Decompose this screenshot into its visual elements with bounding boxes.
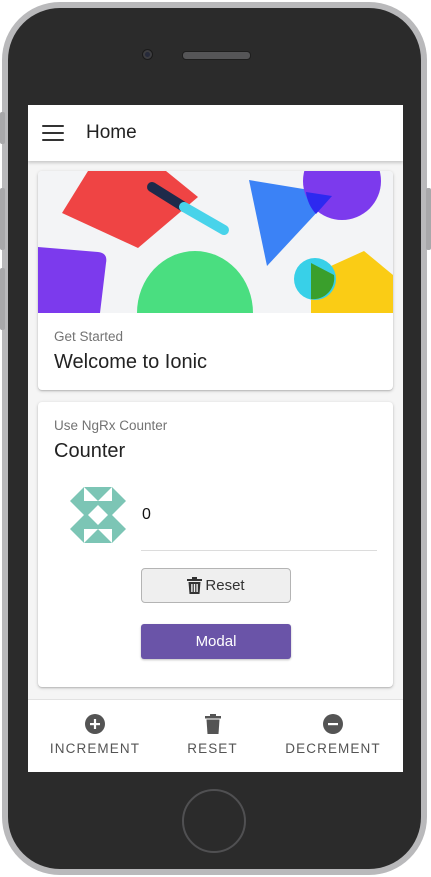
remove-circle-icon [323, 714, 343, 734]
page-title: Home [86, 122, 137, 143]
counter-subtitle: Use NgRx Counter [54, 418, 168, 433]
volume-down-button [0, 268, 5, 330]
welcome-card: Get Started Welcome to Ionic [38, 171, 393, 390]
app-screen: Home Get Started Welcome to Ionic Use Ng… [28, 105, 403, 772]
add-circle-icon [85, 714, 105, 734]
hero-green-semicircle [137, 251, 253, 313]
power-button [426, 188, 431, 250]
hero-purple-square [38, 247, 107, 313]
modal-button[interactable]: Modal [141, 624, 291, 659]
home-button[interactable] [182, 789, 246, 853]
tab-reset[interactable]: RESET [162, 700, 263, 772]
counter-card: Use NgRx Counter Counter 0 Reset Modal [38, 402, 393, 687]
hero-illustration [38, 171, 393, 313]
counter-title: Counter [54, 440, 126, 462]
welcome-title: Welcome to Ionic [54, 351, 208, 373]
counter-value: 0 [142, 506, 151, 523]
tab-bar: INCREMENT RESET DECREMENT [28, 699, 403, 772]
tab-decrement-label: DECREMENT [285, 741, 381, 756]
hero-red-shape [62, 171, 198, 248]
trash-icon [187, 577, 203, 594]
toolbar: Home [28, 105, 403, 161]
reset-button[interactable]: Reset [141, 568, 291, 603]
trash-icon [203, 714, 223, 734]
tab-decrement[interactable]: DECREMENT [263, 700, 403, 772]
reset-button-label: Reset [205, 577, 245, 594]
tab-increment[interactable]: INCREMENT [28, 700, 162, 772]
identicon-avatar [70, 487, 126, 543]
content: Get Started Welcome to Ionic Use NgRx Co… [28, 161, 403, 699]
tab-reset-label: RESET [187, 741, 238, 756]
mute-switch [0, 112, 5, 144]
menu-icon[interactable] [42, 125, 64, 141]
volume-up-button [0, 188, 5, 250]
modal-button-label: Modal [195, 633, 237, 650]
welcome-subtitle: Get Started [54, 329, 124, 344]
counter-divider [141, 550, 377, 551]
tab-increment-label: INCREMENT [49, 741, 141, 756]
front-camera [142, 49, 153, 60]
earpiece-speaker [182, 51, 251, 60]
